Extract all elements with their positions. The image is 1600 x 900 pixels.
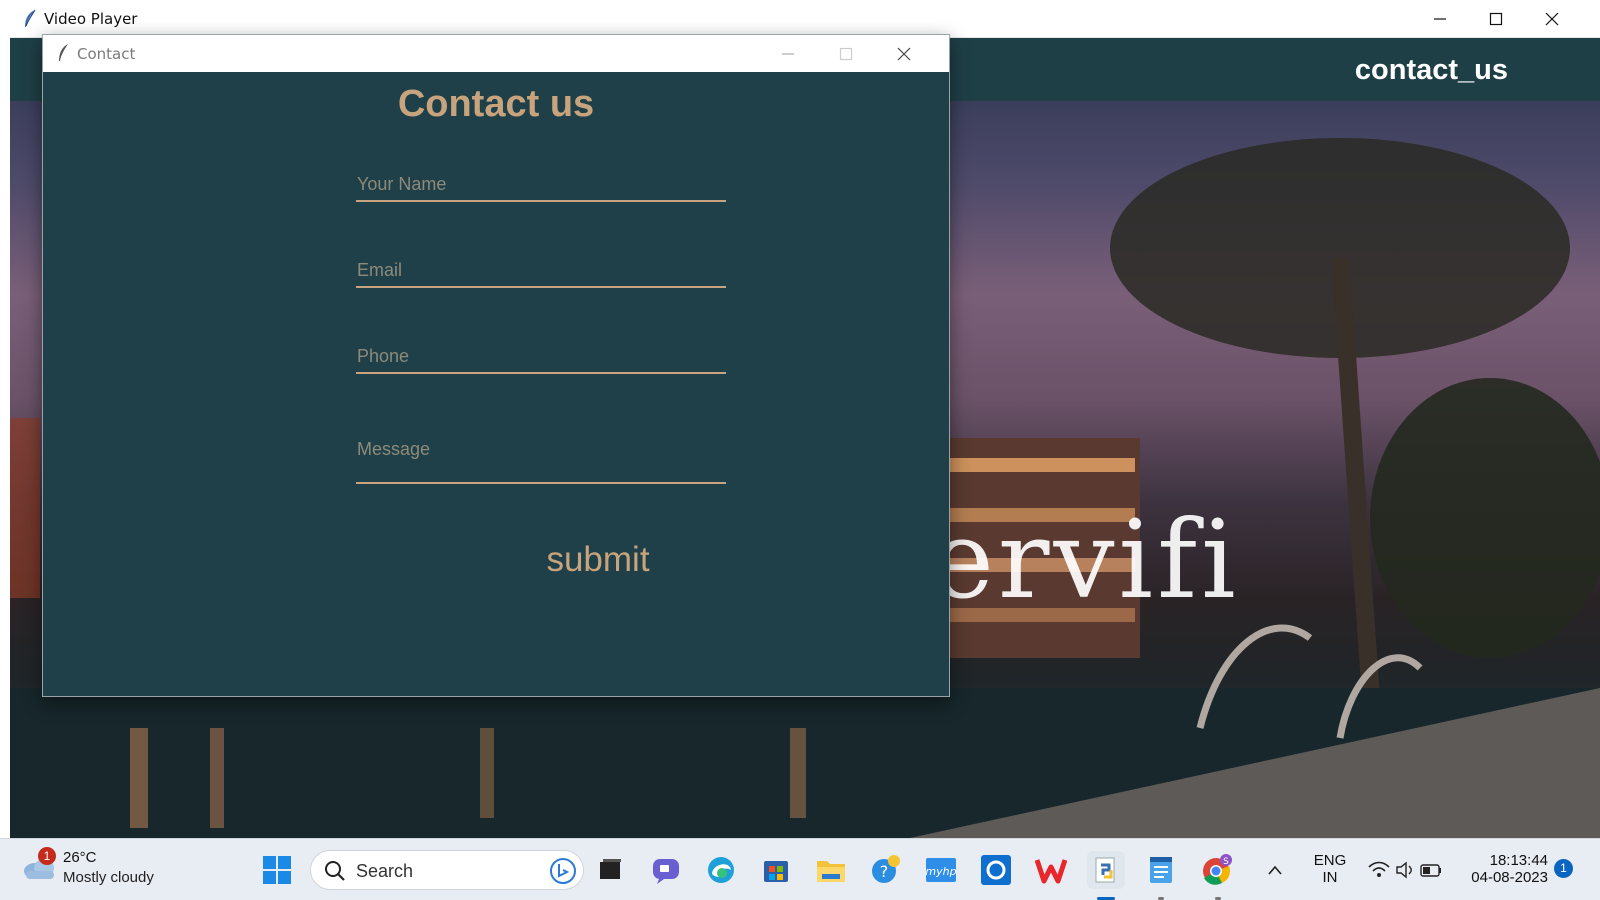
cortana-button[interactable] (977, 851, 1015, 889)
maximize-icon (839, 47, 853, 60)
folder-icon (817, 861, 845, 882)
wps-icon (1035, 859, 1067, 884)
task-view-icon (600, 859, 621, 879)
clock-time: 18:13:44 (1489, 852, 1548, 869)
volume-icon (1396, 861, 1412, 879)
close-button[interactable] (1524, 0, 1580, 38)
window-title: Video Player (44, 10, 138, 28)
weather-alert-badge: 1 (38, 847, 56, 865)
contact-dialog: Contact Contact us submit (42, 34, 950, 697)
region-code: IN (1322, 869, 1338, 886)
wps-office-button[interactable] (1032, 851, 1070, 889)
dialog-title: Contact (77, 45, 136, 63)
close-icon (897, 47, 911, 60)
taskbar-search[interactable]: Search (310, 850, 584, 890)
weather-description: Mostly cloudy (63, 869, 154, 886)
chevron-up-icon (1268, 865, 1282, 875)
cortana-icon (981, 855, 1011, 885)
notepad-icon (1150, 857, 1172, 883)
minimize-icon (1434, 18, 1446, 20)
bing-icon[interactable] (549, 857, 577, 890)
taskbar: 1 26°C Mostly cloudy Search ? myhp S ENG… (0, 838, 1600, 900)
close-icon (1545, 12, 1559, 26)
file-explorer-button[interactable] (812, 851, 850, 889)
dialog-close-button[interactable] (879, 35, 929, 72)
search-icon (324, 860, 346, 887)
myhp-button[interactable]: myhp (922, 851, 960, 889)
clock[interactable]: 18:13:44 04-08-2023 (1458, 852, 1548, 886)
maximize-button[interactable] (1468, 0, 1524, 38)
feather-icon (20, 9, 40, 29)
language-indicator[interactable]: ENG IN (1300, 852, 1360, 886)
weather-widget[interactable]: 1 26°C Mostly cloudy (22, 845, 182, 893)
minimize-button[interactable] (1412, 0, 1468, 38)
edge-icon (708, 857, 734, 883)
chat-icon (653, 859, 679, 884)
python-idle-button[interactable] (1087, 851, 1125, 889)
maximize-icon (1489, 12, 1503, 26)
minimize-icon (782, 52, 794, 55)
notification-badge[interactable]: 1 (1554, 859, 1573, 878)
chrome-button[interactable]: S (1197, 851, 1235, 889)
get-help-button[interactable]: ? (867, 851, 905, 889)
clock-date: 04-08-2023 (1471, 869, 1548, 886)
help-icon: ? (872, 855, 900, 883)
video-overlay-text: ervifi (930, 498, 1240, 623)
weather-temperature: 26°C (63, 849, 97, 866)
email-field[interactable] (356, 254, 726, 288)
notepad-button[interactable] (1142, 851, 1180, 889)
show-hidden-icons-button[interactable] (1262, 851, 1288, 889)
task-view-button[interactable] (592, 851, 630, 889)
dialog-maximize-button[interactable] (821, 35, 871, 72)
name-field[interactable] (356, 168, 726, 202)
python-icon (1095, 857, 1115, 883)
microsoft-store-button[interactable] (757, 851, 795, 889)
submit-button[interactable]: submit (503, 535, 693, 585)
feather-icon (55, 43, 71, 68)
svg-text:S: S (1223, 857, 1229, 867)
dialog-titlebar[interactable]: Contact (43, 35, 949, 72)
language-code: ENG (1313, 852, 1347, 869)
message-field[interactable] (356, 433, 726, 484)
form-heading: Contact us (397, 83, 595, 125)
battery-icon (1420, 864, 1441, 877)
windows-logo-icon (263, 856, 291, 884)
search-label: Search (356, 861, 414, 881)
store-icon (764, 861, 788, 882)
windows-start-button[interactable] (258, 851, 296, 889)
contact-us-nav-link[interactable]: contact_us (1355, 54, 1508, 87)
main-titlebar[interactable]: Video Player (10, 0, 1600, 38)
myhp-icon: myhp (925, 858, 957, 882)
svg-text:?: ? (880, 862, 889, 881)
wifi-icon (1368, 861, 1390, 877)
chrome-icon: S (1203, 854, 1232, 885)
phone-field[interactable] (356, 340, 726, 374)
svg-text:myhp: myhp (925, 865, 956, 878)
quick-settings-button[interactable] (1366, 851, 1446, 889)
dialog-minimize-button[interactable] (763, 35, 813, 72)
edge-browser-button[interactable] (702, 851, 740, 889)
teams-chat-button[interactable] (647, 851, 685, 889)
